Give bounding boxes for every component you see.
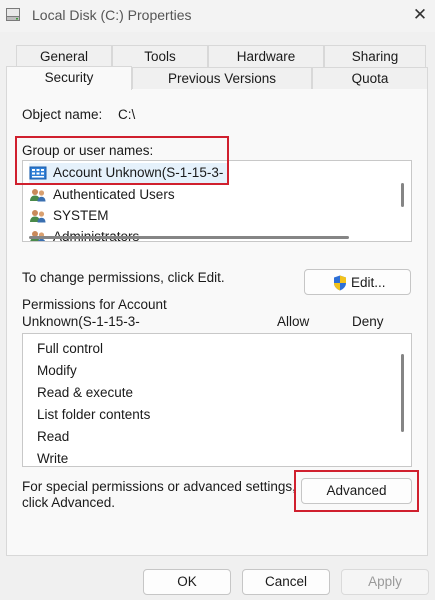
user-name: Administrators <box>53 227 139 241</box>
close-icon: ✕ <box>412 5 428 24</box>
object-name-value: C:\ <box>118 107 136 122</box>
permissions-header-line1: Permissions for Account <box>22 297 167 312</box>
advanced-hint-line2: click Advanced. <box>22 495 116 510</box>
highlight-box-group <box>15 136 229 185</box>
edit-button[interactable]: Edit... <box>304 269 411 295</box>
allow-column-header: Allow <box>277 314 310 329</box>
permissions-header-line2: Unknown(S-1-15-3- <box>22 314 140 329</box>
list-item: Read & execute <box>37 385 134 400</box>
deny-column-header: Deny <box>352 314 384 329</box>
tab-quota[interactable]: Quota <box>312 67 428 89</box>
advanced-hint-line1: For special permissions or advanced sett… <box>22 479 296 494</box>
permissions-list[interactable]: Full control Modify Read & execute List … <box>22 333 412 467</box>
tab-previous-versions[interactable]: Previous Versions <box>132 67 312 89</box>
drive-icon <box>6 8 20 21</box>
tab-general[interactable]: General <box>16 45 112 67</box>
tab-hardware[interactable]: Hardware <box>208 45 324 67</box>
user-list-vertical-scrollbar[interactable] <box>401 183 404 207</box>
list-item: Read <box>37 429 70 444</box>
ok-button[interactable]: OK <box>143 569 231 595</box>
user-name: Authenticated Users <box>53 187 175 202</box>
edit-button-label: Edit... <box>351 275 386 290</box>
list-item: Write <box>37 451 69 466</box>
apply-button[interactable]: Apply <box>341 569 429 595</box>
window-title: Local Disk (C:) Properties <box>32 7 192 23</box>
tab-tools[interactable]: Tools <box>112 45 208 67</box>
highlight-box-advanced <box>294 470 419 512</box>
close-button[interactable]: ✕ <box>408 5 432 25</box>
users-group-icon <box>30 189 46 202</box>
edit-hint: To change permissions, click Edit. <box>22 270 225 285</box>
tab-sharing[interactable]: Sharing <box>324 45 426 67</box>
list-item: Modify <box>37 363 77 378</box>
shield-icon <box>334 275 346 291</box>
cancel-button[interactable]: Cancel <box>242 569 330 595</box>
permissions-vertical-scrollbar[interactable] <box>401 354 404 432</box>
tab-security[interactable]: Security <box>6 66 132 90</box>
users-group-icon <box>30 210 46 223</box>
object-name-label: Object name: <box>22 107 103 122</box>
user-list-horizontal-scrollbar[interactable] <box>29 236 349 239</box>
user-name: SYSTEM <box>53 208 109 223</box>
list-item: Full control <box>37 341 104 356</box>
list-item: List folder contents <box>37 407 151 422</box>
